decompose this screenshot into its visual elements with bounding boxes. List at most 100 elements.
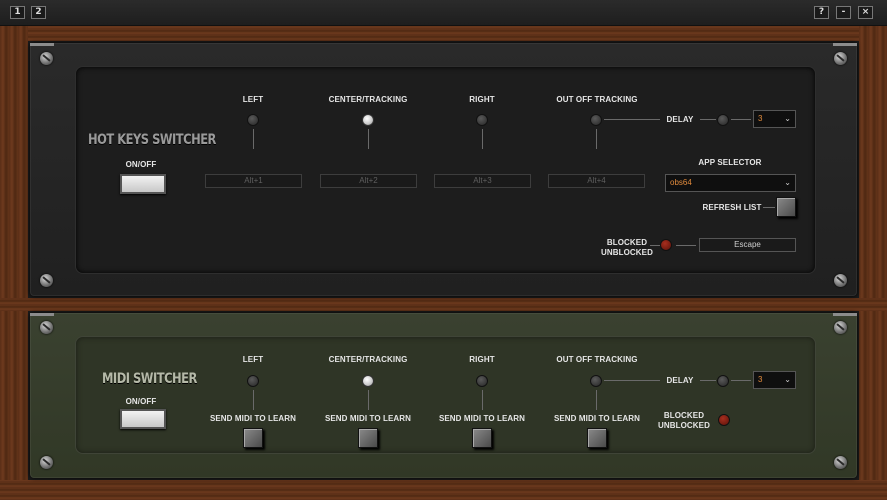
wood-rail-top bbox=[0, 26, 887, 41]
connector-line bbox=[604, 119, 660, 120]
midi-right-learn-label: SEND MIDI TO LEARN bbox=[438, 414, 526, 423]
midi-out-led bbox=[590, 375, 602, 387]
hotkeys-panel: HOT KEYS SWITCHER ON/OFF LEFT Alt+1 CENT… bbox=[30, 43, 857, 296]
screw-icon bbox=[834, 52, 847, 65]
hotkeys-blocked-label: BLOCKED bbox=[606, 238, 648, 247]
hotkeys-title: HOT KEYS SWITCHER bbox=[88, 132, 216, 148]
app-selector-select[interactable]: obs64 ⌄ bbox=[665, 174, 796, 192]
connector-line bbox=[368, 129, 369, 149]
panel-corner-strip bbox=[30, 313, 54, 316]
tab-1-button[interactable]: 1 bbox=[10, 6, 25, 19]
midi-left-led bbox=[247, 375, 259, 387]
refresh-list-label: REFRESH LIST bbox=[702, 203, 762, 212]
connector-line bbox=[368, 390, 369, 410]
midi-onoff-toggle[interactable] bbox=[120, 409, 166, 429]
hotkeys-center-label: CENTER/TRACKING bbox=[328, 95, 408, 104]
connector-line bbox=[731, 119, 751, 120]
screw-icon bbox=[40, 321, 53, 334]
connector-line bbox=[482, 129, 483, 149]
hotkeys-left-field[interactable]: Alt+1 bbox=[205, 174, 302, 188]
midi-blocked-led bbox=[718, 414, 730, 426]
midi-center-label: CENTER/TRACKING bbox=[328, 355, 408, 364]
midi-out-label: OUT OFF TRACKING bbox=[556, 355, 638, 364]
panel-corner-strip bbox=[833, 43, 857, 46]
app-selector-label: APP SELECTOR bbox=[698, 158, 762, 167]
block-key-field[interactable]: Escape bbox=[699, 238, 796, 252]
connector-line bbox=[676, 245, 696, 246]
midi-out-learn-label: SEND MIDI TO LEARN bbox=[553, 414, 641, 423]
tab-2-button[interactable]: 2 bbox=[31, 6, 46, 19]
midi-delay-select[interactable]: 3 ⌄ bbox=[753, 371, 796, 389]
midi-out-learn-button[interactable] bbox=[587, 428, 607, 448]
chevron-down-icon: ⌄ bbox=[784, 114, 791, 123]
hotkeys-out-led bbox=[590, 114, 602, 126]
hotkeys-center-field[interactable]: Alt+2 bbox=[320, 174, 417, 188]
connector-line bbox=[731, 380, 751, 381]
hotkeys-blocked-led bbox=[660, 239, 672, 251]
screw-icon bbox=[834, 274, 847, 287]
connector-line bbox=[253, 390, 254, 410]
hotkeys-right-label: RIGHT bbox=[469, 95, 495, 104]
midi-center-learn-label: SEND MIDI TO LEARN bbox=[324, 414, 412, 423]
midi-unblocked-label: UNBLOCKED bbox=[657, 421, 710, 430]
connector-line bbox=[482, 390, 483, 410]
screw-icon bbox=[40, 456, 53, 469]
hotkeys-unblocked-label: UNBLOCKED bbox=[600, 248, 653, 257]
midi-panel: MIDI SWITCHER ON/OFF LEFT SEND MIDI TO L… bbox=[30, 313, 857, 478]
hotkeys-delay-label: DELAY bbox=[666, 115, 694, 124]
close-button[interactable]: × bbox=[858, 6, 873, 19]
midi-blocked-label: BLOCKED bbox=[663, 411, 705, 420]
midi-left-learn-label: SEND MIDI TO LEARN bbox=[209, 414, 297, 423]
midi-center-led bbox=[362, 375, 374, 387]
panel-corner-strip bbox=[30, 43, 54, 46]
midi-delay-value: 3 bbox=[758, 375, 763, 384]
connector-line bbox=[596, 129, 597, 149]
midi-title: MIDI SWITCHER bbox=[102, 371, 197, 387]
connector-line bbox=[596, 390, 597, 410]
wood-rail-bottom bbox=[0, 480, 887, 500]
wood-side-right bbox=[859, 26, 887, 500]
wood-side-left bbox=[0, 26, 28, 500]
chevron-down-icon: ⌄ bbox=[784, 178, 791, 187]
panel-corner-strip bbox=[833, 313, 857, 316]
connector-line bbox=[763, 207, 775, 208]
midi-right-learn-button[interactable] bbox=[472, 428, 492, 448]
connector-line bbox=[253, 129, 254, 149]
connector-line bbox=[604, 380, 660, 381]
hotkeys-onoff-label: ON/OFF bbox=[125, 160, 157, 169]
wood-rail-middle bbox=[0, 298, 887, 311]
midi-left-learn-button[interactable] bbox=[243, 428, 263, 448]
midi-delay-label: DELAY bbox=[666, 376, 694, 385]
hotkeys-left-label: LEFT bbox=[242, 95, 264, 104]
hotkeys-left-led bbox=[247, 114, 259, 126]
hotkeys-center-led bbox=[362, 114, 374, 126]
midi-left-label: LEFT bbox=[242, 355, 264, 364]
minimize-button[interactable]: - bbox=[836, 6, 851, 19]
midi-right-label: RIGHT bbox=[469, 355, 495, 364]
screw-icon bbox=[40, 274, 53, 287]
connector-line bbox=[700, 119, 716, 120]
midi-delay-led bbox=[717, 375, 729, 387]
hotkeys-out-label: OUT OFF TRACKING bbox=[556, 95, 638, 104]
hotkeys-onoff-toggle[interactable] bbox=[120, 174, 166, 194]
screw-icon bbox=[834, 321, 847, 334]
midi-inner-panel bbox=[75, 336, 816, 454]
hotkeys-delay-select[interactable]: 3 ⌄ bbox=[753, 110, 796, 128]
midi-right-led bbox=[476, 375, 488, 387]
screw-icon bbox=[834, 456, 847, 469]
connector-line bbox=[650, 245, 660, 246]
hotkeys-delay-led bbox=[717, 114, 729, 126]
hotkeys-right-led bbox=[476, 114, 488, 126]
window-titlebar: 1 2 ? - × bbox=[0, 0, 887, 26]
chevron-down-icon: ⌄ bbox=[784, 375, 791, 384]
screw-icon bbox=[40, 52, 53, 65]
midi-center-learn-button[interactable] bbox=[358, 428, 378, 448]
hotkeys-right-field[interactable]: Alt+3 bbox=[434, 174, 531, 188]
refresh-list-button[interactable] bbox=[776, 197, 796, 217]
help-button[interactable]: ? bbox=[814, 6, 829, 19]
app-selector-value: obs64 bbox=[670, 178, 692, 187]
hotkeys-delay-value: 3 bbox=[758, 114, 763, 123]
hotkeys-out-field[interactable]: Alt+4 bbox=[548, 174, 645, 188]
midi-onoff-label: ON/OFF bbox=[125, 397, 157, 406]
connector-line bbox=[700, 380, 716, 381]
